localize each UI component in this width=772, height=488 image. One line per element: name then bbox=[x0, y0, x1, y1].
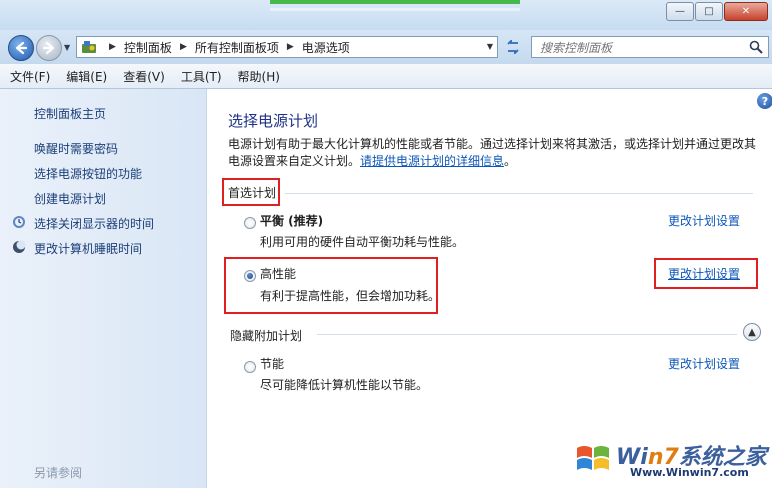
breadcrumb-all-items[interactable]: 所有控制面板项 bbox=[195, 39, 279, 56]
search-input[interactable] bbox=[538, 38, 742, 58]
address-row: ▼ ▶ 控制面板 ▶ 所有控制面板项 ▶ 电源选项 ▼ bbox=[0, 30, 772, 64]
preferred-divider bbox=[285, 193, 753, 194]
maximize-button[interactable]: □ bbox=[695, 2, 723, 21]
sidebar-home-link[interactable]: 控制面板主页 bbox=[34, 105, 106, 122]
plan-balanced-desc: 利用可用的硬件自动平衡功耗与性能。 bbox=[260, 235, 465, 249]
address-bar[interactable]: ▶ 控制面板 ▶ 所有控制面板项 ▶ 电源选项 ▼ bbox=[76, 36, 498, 58]
plan-high-performance-radio[interactable] bbox=[244, 270, 256, 282]
main-pane: ? 选择电源计划 电源计划有助于最大化计算机的性能或者节能。通过选择计划来将其激… bbox=[207, 89, 772, 488]
menu-file[interactable]: 文件(F) bbox=[0, 68, 56, 85]
sidebar-see-also: 另请参阅 bbox=[34, 466, 83, 480]
desc-line-2: 电源设置来自定义计划。 bbox=[228, 154, 361, 168]
change-plan-power-saver-link[interactable]: 更改计划设置 bbox=[668, 355, 740, 372]
breadcrumb-separator-icon[interactable]: ▶ bbox=[180, 42, 187, 52]
sidebar-item-power-buttons[interactable]: 选择电源按钮的功能 bbox=[34, 165, 142, 182]
sidebar-item-wake-password[interactable]: 唤醒时需要密码 bbox=[34, 140, 118, 157]
breadcrumb-power-options[interactable]: 电源选项 bbox=[302, 39, 350, 56]
preferred-plans-header: 首选计划 bbox=[228, 186, 277, 200]
plan-balanced-radio[interactable] bbox=[244, 217, 256, 229]
hidden-divider bbox=[317, 334, 737, 335]
title-glow-light bbox=[270, 8, 520, 11]
collapse-hidden-plans-button[interactable]: ▲ bbox=[743, 323, 761, 341]
plan-power-saver-name[interactable]: 节能 bbox=[260, 355, 284, 372]
windows-logo-icon bbox=[577, 446, 609, 470]
search-box[interactable] bbox=[531, 36, 769, 58]
help-button[interactable]: ? bbox=[757, 93, 772, 109]
highlight-box-high-performance bbox=[224, 257, 438, 314]
plan-power-saver-desc: 尽可能降低计算机性能以节能。 bbox=[260, 378, 429, 392]
plan-power-saver-radio[interactable] bbox=[244, 361, 256, 373]
watermark-url: Www.Winwin7.com bbox=[630, 466, 749, 479]
help-icon: ? bbox=[761, 94, 769, 108]
sidebar-item-sleep-time[interactable]: 更改计算机睡眠时间 bbox=[34, 240, 142, 257]
desc-end: 。 bbox=[504, 154, 517, 168]
forward-button[interactable] bbox=[36, 35, 62, 61]
breadcrumb-separator-icon[interactable]: ▶ bbox=[287, 42, 294, 52]
arrow-left-icon bbox=[15, 41, 28, 55]
sidebar: 控制面板主页 唤醒时需要密码 选择电源按钮的功能 创建电源计划 选择关闭显示器的… bbox=[0, 89, 207, 488]
sidebar-item-create-plan[interactable]: 创建电源计划 bbox=[34, 190, 106, 207]
arrow-right-icon bbox=[42, 41, 55, 55]
monitor-clock-icon bbox=[13, 216, 25, 228]
plan-high-performance-name[interactable]: 高性能 bbox=[260, 265, 296, 282]
title-bar: — □ ✕ bbox=[0, 0, 772, 30]
history-dropdown-icon[interactable]: ▼ bbox=[64, 43, 70, 52]
menu-bar: 文件(F) 编辑(E) 查看(V) 工具(T) 帮助(H) bbox=[0, 64, 772, 89]
chevron-up-icon: ▲ bbox=[748, 326, 756, 338]
refresh-button[interactable] bbox=[500, 36, 526, 58]
moon-icon bbox=[13, 240, 26, 253]
menu-view[interactable]: 查看(V) bbox=[113, 68, 171, 85]
back-button[interactable] bbox=[8, 35, 34, 61]
title-glow bbox=[270, 0, 520, 4]
refresh-icon bbox=[507, 40, 519, 54]
plan-details-link[interactable]: 请提供电源计划的详细信息 bbox=[360, 154, 504, 168]
address-dropdown-icon[interactable]: ▼ bbox=[487, 42, 493, 51]
sidebar-item-display-off[interactable]: 选择关闭显示器的时间 bbox=[34, 215, 154, 232]
hidden-plans-header: 隐藏附加计划 bbox=[230, 329, 303, 343]
breadcrumb-separator-icon[interactable]: ▶ bbox=[109, 42, 116, 52]
plan-high-performance-desc: 有利于提高性能，但会增加功耗。 bbox=[260, 289, 441, 303]
desc-line-2-wrap: 电源设置来自定义计划。请提供电源计划的详细信息。 bbox=[228, 153, 772, 170]
control-panel-icon bbox=[81, 39, 97, 55]
window-buttons: — □ ✕ bbox=[665, 2, 768, 21]
close-button[interactable]: ✕ bbox=[724, 2, 768, 21]
breadcrumb-control-panel[interactable]: 控制面板 bbox=[124, 39, 172, 56]
site-watermark: Win7系统之家 Www.Winwin7.com bbox=[572, 436, 768, 486]
breadcrumb: ▶ 控制面板 ▶ 所有控制面板项 ▶ 电源选项 bbox=[101, 39, 350, 56]
page-description: 电源计划有助于最大化计算机的性能或者节能。通过选择计划来将其激活，或选择计划并通… bbox=[228, 136, 772, 170]
desc-line-1: 电源计划有助于最大化计算机的性能或者节能。通过选择计划来将其激活，或选择计划并通… bbox=[228, 137, 757, 151]
minimize-button[interactable]: — bbox=[666, 2, 694, 21]
menu-edit[interactable]: 编辑(E) bbox=[56, 68, 113, 85]
page-title: 选择电源计划 bbox=[228, 112, 319, 130]
menu-tools[interactable]: 工具(T) bbox=[171, 68, 228, 85]
change-plan-balanced-link[interactable]: 更改计划设置 bbox=[668, 212, 740, 229]
plan-balanced-name[interactable]: 平衡 (推荐) bbox=[260, 212, 323, 229]
change-plan-high-performance-link[interactable]: 更改计划设置 bbox=[668, 265, 740, 282]
menu-help[interactable]: 帮助(H) bbox=[228, 68, 286, 85]
search-icon[interactable] bbox=[749, 40, 763, 54]
